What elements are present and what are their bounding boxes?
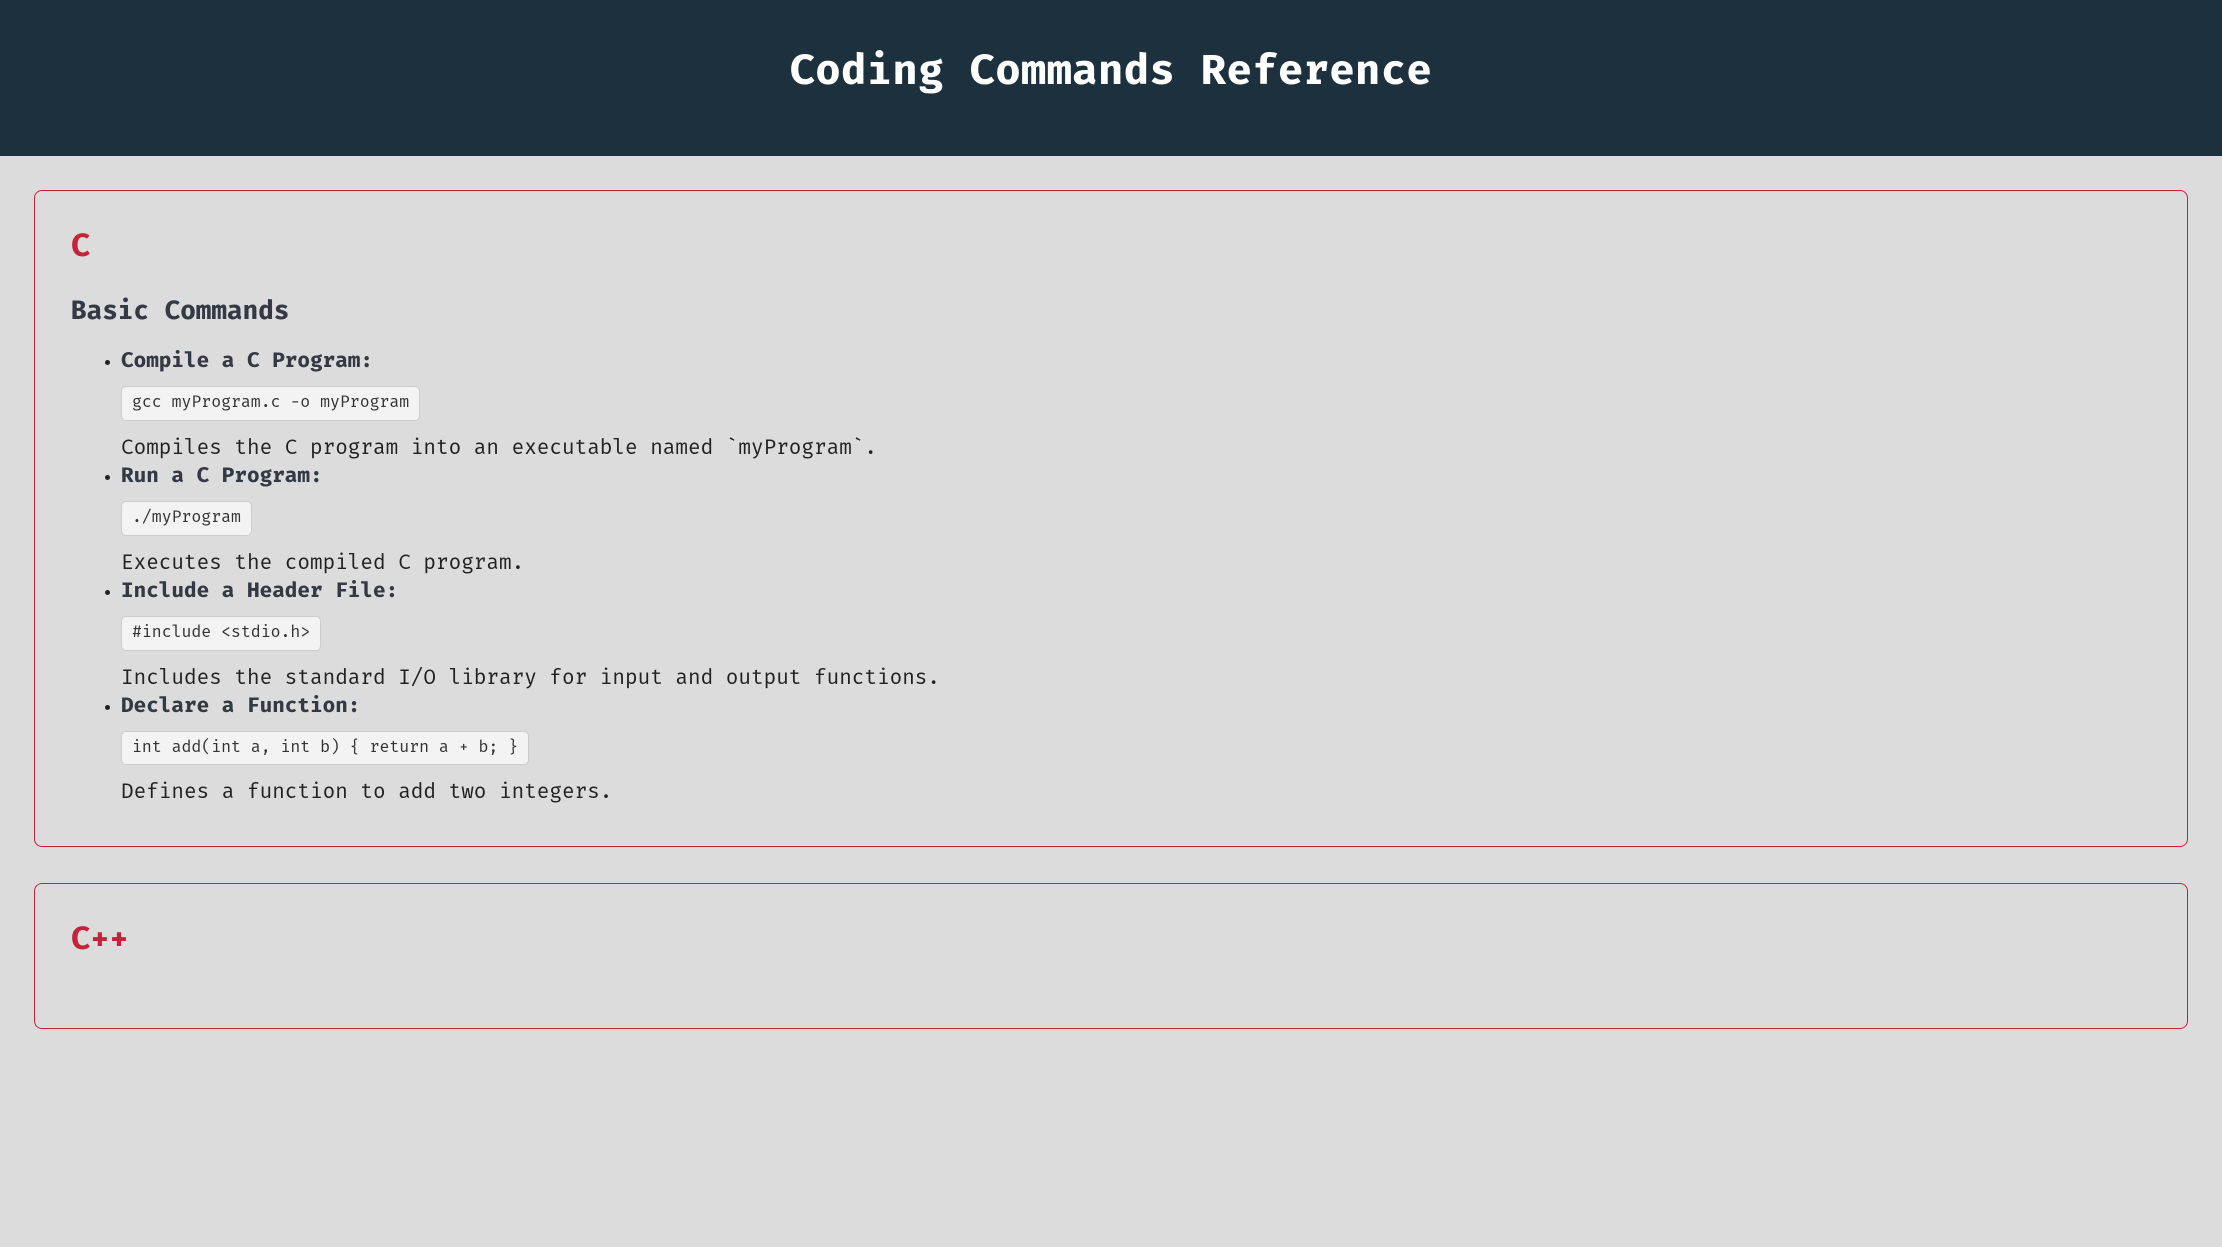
item-desc: Includes the standard I/O library for in… [121, 664, 940, 690]
item-desc: Defines a function to add two integers. [121, 778, 612, 804]
list-item: Run a C Program: ./myProgram Executes th… [121, 461, 2151, 576]
item-title: Compile a C Program: [121, 347, 373, 373]
page-title: Coding Commands Reference [20, 46, 2202, 96]
section-c: C Basic Commands Compile a C Program: gc… [34, 190, 2188, 847]
item-desc: Compiles the C program into an executabl… [121, 434, 877, 460]
list-item: Compile a C Program: gcc myProgram.c -o … [121, 346, 2151, 461]
section-c-subhead: Basic Commands [71, 295, 2151, 326]
code-block: ./myProgram [121, 501, 252, 535]
section-cpp: C++ [34, 883, 2188, 1029]
list-item: Declare a Function: int add(int a, int b… [121, 691, 2151, 806]
page-header: Coding Commands Reference [0, 0, 2222, 156]
code-block: #include <stdio.h> [121, 616, 321, 650]
code-block: gcc myProgram.c -o myProgram [121, 386, 420, 420]
list-item: Include a Header File: #include <stdio.h… [121, 576, 2151, 691]
item-desc: Executes the compiled C program. [121, 549, 524, 575]
section-c-list: Compile a C Program: gcc myProgram.c -o … [71, 346, 2151, 806]
content: C Basic Commands Compile a C Program: gc… [0, 156, 2222, 1099]
code-block: int add(int a, int b) { return a + b; } [121, 731, 529, 765]
item-title: Include a Header File: [121, 577, 398, 603]
item-title: Run a C Program: [121, 462, 323, 488]
section-cpp-title: C++ [71, 920, 2151, 958]
section-c-title: C [71, 227, 2151, 265]
item-title: Declare a Function: [121, 692, 360, 718]
